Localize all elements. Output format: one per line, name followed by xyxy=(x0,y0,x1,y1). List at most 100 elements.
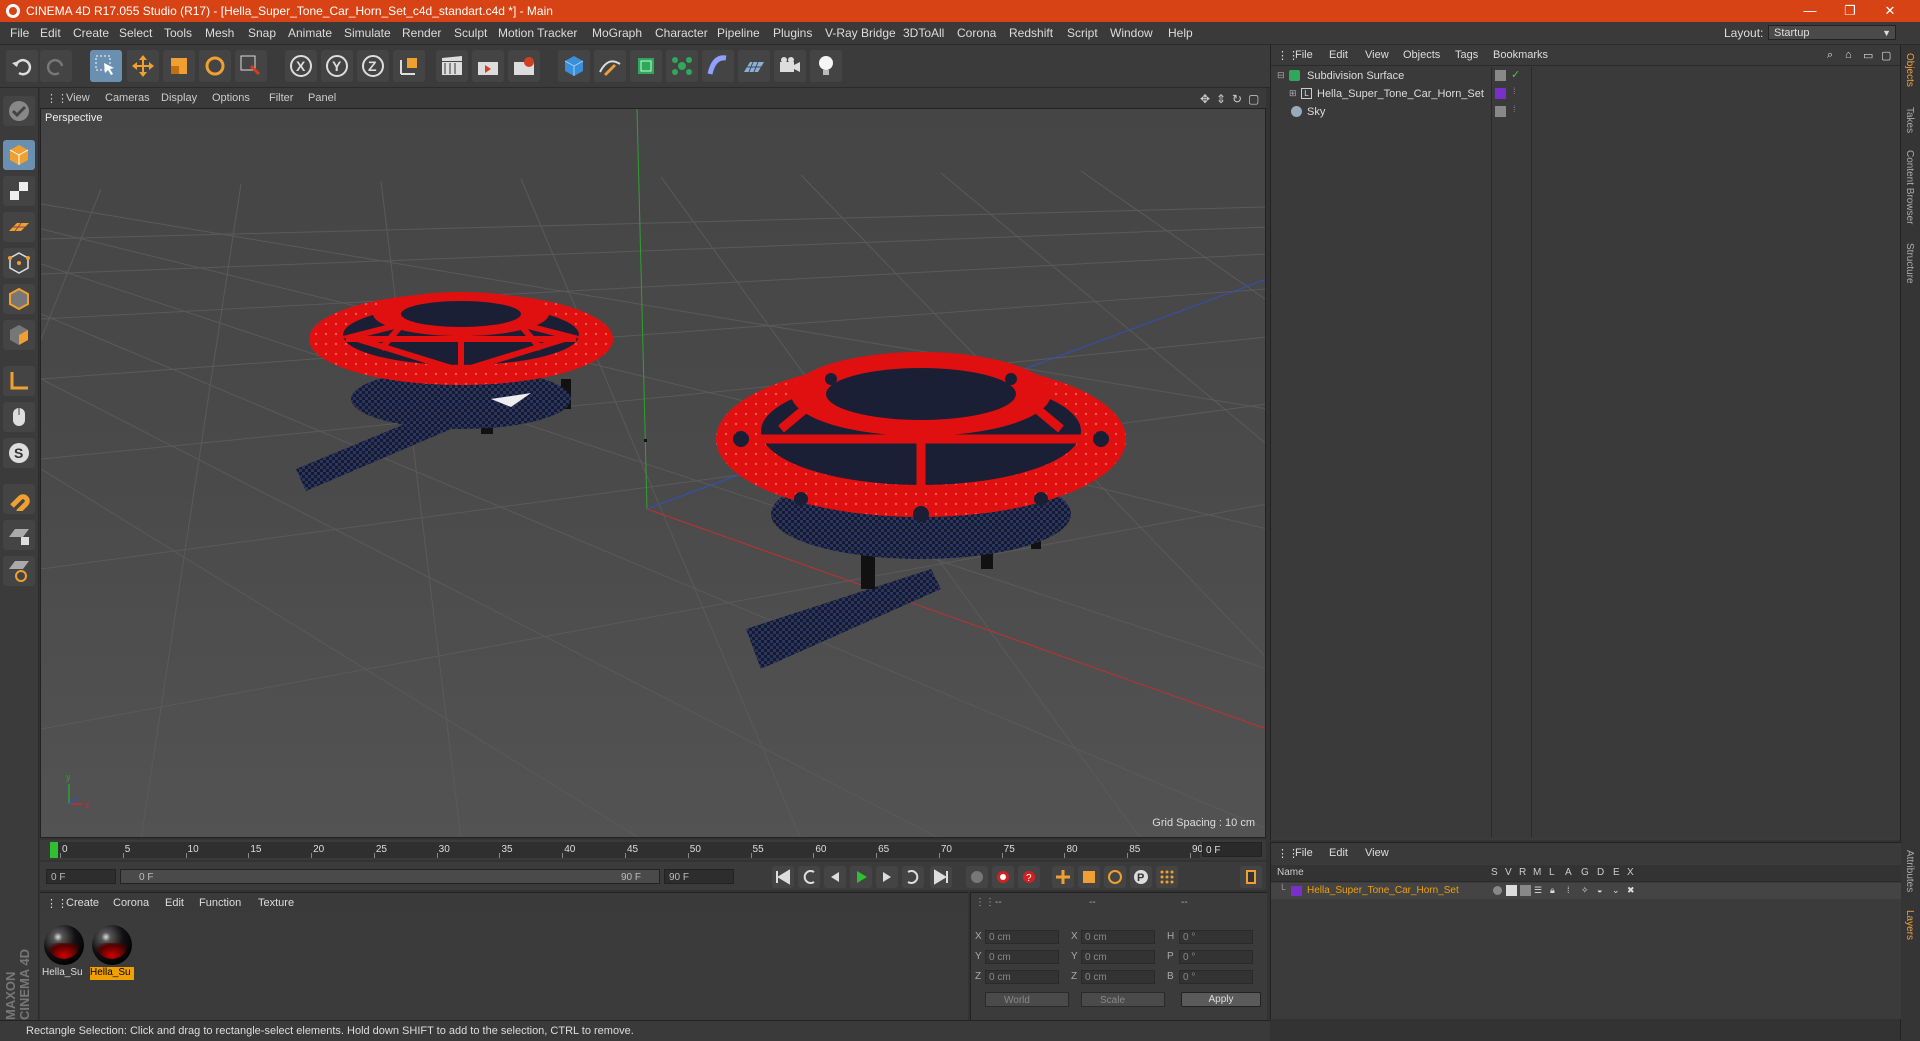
viewport-menu-panel[interactable]: Panel xyxy=(308,92,336,104)
menu-simulate[interactable]: Simulate xyxy=(344,26,391,40)
visibility-dots-icon[interactable]: ⁞ xyxy=(1513,104,1516,114)
coordinate-mode-dropdown[interactable]: World xyxy=(985,992,1069,1007)
viewport-move-icon[interactable]: ✥ xyxy=(1200,92,1210,106)
menu-animate[interactable]: Animate xyxy=(288,26,332,40)
parameter-key-button[interactable]: P xyxy=(1130,866,1152,888)
viewport-menu-display[interactable]: Display xyxy=(161,92,197,104)
edges-mode-button[interactable] xyxy=(3,284,35,314)
menu-render[interactable]: Render xyxy=(402,26,441,40)
column-manager[interactable]: M xyxy=(1533,867,1541,878)
subdivision-surface-button[interactable] xyxy=(630,50,662,82)
column-xref[interactable]: X xyxy=(1627,867,1634,878)
floor-button[interactable] xyxy=(738,50,770,82)
pen-spline-button[interactable] xyxy=(594,50,626,82)
visibility-dots-icon[interactable]: ⁞ xyxy=(1513,86,1516,96)
object-menu-file[interactable]: File xyxy=(1295,49,1313,61)
lock-toggle-icon[interactable]: 🔒︎ xyxy=(1550,885,1555,896)
menu-edit[interactable]: Edit xyxy=(40,26,61,40)
point-level-animation-button[interactable] xyxy=(1156,866,1178,888)
locked-workplane-button[interactable] xyxy=(3,520,35,550)
go-to-start-button[interactable] xyxy=(772,866,794,888)
animation-toggle-icon[interactable]: ⁞ xyxy=(1567,885,1570,895)
snap-button[interactable]: S xyxy=(3,438,35,468)
playhead[interactable] xyxy=(50,842,58,858)
coord-pos-y-field[interactable]: 0 cm xyxy=(985,950,1059,964)
object-row-sky[interactable]: Sky ⁞ xyxy=(1271,103,1901,121)
material-swatch[interactable]: Hella_Su xyxy=(42,925,86,981)
tweak-mode-button[interactable] xyxy=(3,402,35,432)
menu-sculpt[interactable]: Sculpt xyxy=(454,26,487,40)
restore-button[interactable]: ❐ xyxy=(1830,1,1870,21)
column-generators[interactable]: G xyxy=(1581,867,1589,878)
undo-button[interactable] xyxy=(6,50,38,82)
menu-3dtoall[interactable]: 3DToAll xyxy=(903,26,944,40)
apply-button[interactable]: Apply xyxy=(1181,992,1261,1007)
next-frame-button[interactable] xyxy=(876,866,898,888)
xref-toggle-icon[interactable]: ✖ xyxy=(1627,885,1635,896)
position-key-button[interactable] xyxy=(1052,866,1074,888)
column-name[interactable]: Name xyxy=(1277,867,1304,878)
column-deformers[interactable]: D xyxy=(1597,867,1604,878)
go-to-previous-key-button[interactable] xyxy=(798,866,820,888)
menu-motion-tracker[interactable]: Motion Tracker xyxy=(498,26,577,40)
keyframe-selection-button[interactable]: ? xyxy=(1018,866,1040,888)
play-button[interactable] xyxy=(850,866,872,888)
coord-rot-b-field[interactable]: 0 ° xyxy=(1179,970,1253,984)
tab-layers[interactable]: Layers xyxy=(1904,910,1915,940)
manager-toggle-icon[interactable]: ☰ xyxy=(1534,885,1542,896)
tab-objects[interactable]: Objects xyxy=(1904,53,1915,87)
deformers-toggle-icon[interactable]: ◒ xyxy=(1597,885,1602,895)
current-frame-field[interactable]: 0 F xyxy=(1202,842,1262,857)
menu-plugins[interactable]: Plugins xyxy=(773,26,812,40)
tab-content-browser[interactable]: Content Browser xyxy=(1904,150,1915,224)
menu-snap[interactable]: Snap xyxy=(248,26,276,40)
magnet-button[interactable] xyxy=(3,484,35,514)
axis-mode-button[interactable] xyxy=(3,366,35,396)
texture-mode-button[interactable] xyxy=(3,176,35,206)
column-animation[interactable]: A xyxy=(1565,867,1572,878)
frame-ruler[interactable]: 0 5 10 15 20 25 30 35 40 45 50 55 60 65 70 75 80 85 90 xyxy=(50,842,1203,858)
object-search-icon[interactable]: ⌕ xyxy=(1827,49,1833,62)
frame-range-slider[interactable]: 0 F 90 F xyxy=(120,869,660,884)
menu-tools[interactable]: Tools xyxy=(164,26,192,40)
tab-attributes[interactable]: Attributes xyxy=(1904,850,1915,892)
points-mode-button[interactable] xyxy=(3,248,35,278)
make-editable-button[interactable] xyxy=(3,96,35,126)
viewport-menu-cameras[interactable]: Cameras xyxy=(105,92,150,104)
column-expressions[interactable]: E xyxy=(1613,867,1620,878)
menu-help[interactable]: Help xyxy=(1168,26,1193,40)
render-picture-viewer-button[interactable] xyxy=(472,50,504,82)
object-lock-icon[interactable]: ▭ xyxy=(1863,49,1873,62)
menu-window[interactable]: Window xyxy=(1110,26,1153,40)
coordinate-system-button[interactable] xyxy=(393,50,425,82)
perspective-viewport[interactable]: y z Perspective Grid Spacing : 10 cm xyxy=(40,108,1266,838)
menu-mograph[interactable]: MoGraph xyxy=(592,26,642,40)
view-toggle-icon[interactable] xyxy=(1506,885,1517,896)
viewport-menu-options[interactable]: Options xyxy=(212,92,250,104)
viewport-menu-filter[interactable]: Filter xyxy=(269,92,293,104)
coord-pos-x-field[interactable]: 0 cm xyxy=(985,930,1059,944)
polygons-mode-button[interactable] xyxy=(3,320,35,350)
cube-object-button[interactable] xyxy=(558,50,590,82)
tab-structure[interactable]: Structure xyxy=(1904,243,1915,284)
camera-button[interactable] xyxy=(774,50,806,82)
render-settings-button[interactable] xyxy=(508,50,540,82)
deformer-button[interactable] xyxy=(702,50,734,82)
render-view-button[interactable] xyxy=(436,50,468,82)
end-frame-field[interactable]: 90 F xyxy=(664,869,734,884)
material-menu-function[interactable]: Function xyxy=(199,897,241,909)
redo-button[interactable] xyxy=(40,50,72,82)
menu-corona[interactable]: Corona xyxy=(957,26,996,40)
coord-rot-p-field[interactable]: 0 ° xyxy=(1179,950,1253,964)
generators-toggle-icon[interactable]: ✧ xyxy=(1581,885,1589,896)
model-mode-button[interactable] xyxy=(3,140,35,170)
go-to-end-button[interactable] xyxy=(930,866,952,888)
minimize-button[interactable]: — xyxy=(1790,1,1830,21)
start-frame-field[interactable]: 0 F xyxy=(46,869,116,884)
size-mode-dropdown[interactable]: Scale xyxy=(1081,992,1165,1007)
scale-tool-button[interactable] xyxy=(163,50,195,82)
column-view[interactable]: V xyxy=(1505,867,1512,878)
go-to-next-key-button[interactable] xyxy=(902,866,924,888)
move-tool-button[interactable] xyxy=(127,50,159,82)
y-axis-lock-button[interactable]: Y xyxy=(321,50,353,82)
